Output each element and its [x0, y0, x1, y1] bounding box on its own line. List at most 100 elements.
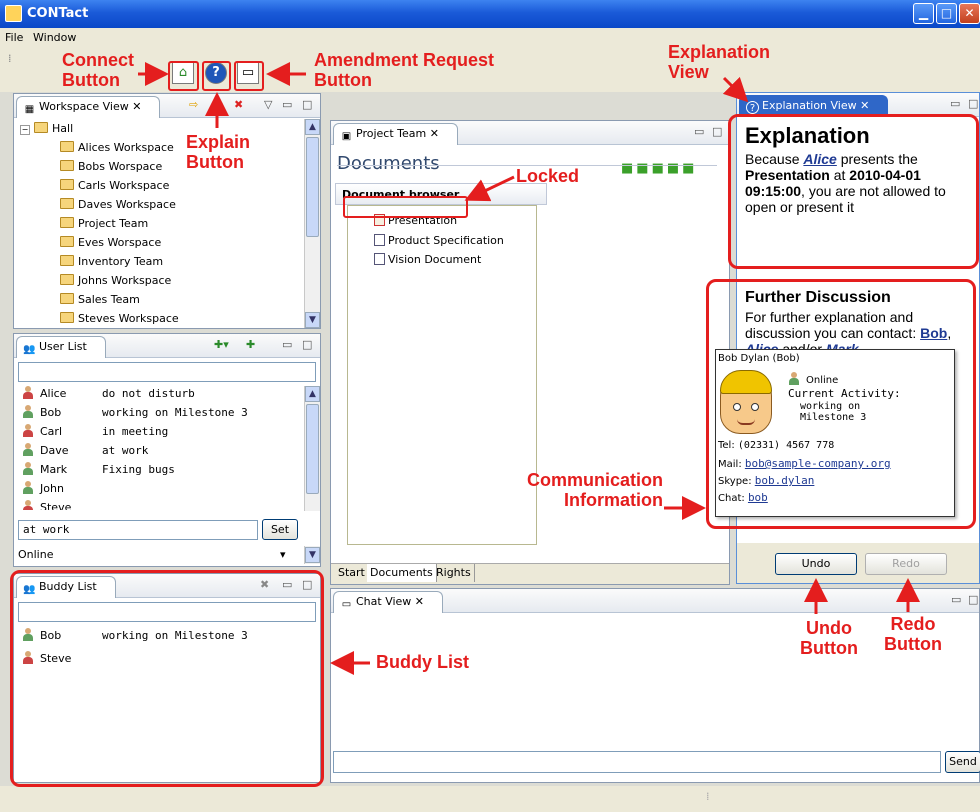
minimize-view-icon[interactable]: ▭: [282, 98, 292, 111]
user-filter-input[interactable]: [18, 362, 316, 382]
help-icon: ?: [746, 101, 759, 114]
scroll-up-icon[interactable]: ▲: [305, 119, 320, 135]
status-separator: ⁞: [706, 790, 710, 803]
scroll-down-icon[interactable]: ▼: [305, 312, 320, 328]
workspace-scrollbar[interactable]: ▲ ▼: [304, 119, 320, 328]
folder-icon: [60, 236, 74, 247]
redo-button[interactable]: Redo: [865, 553, 947, 575]
scroll-up-icon[interactable]: ▲: [305, 386, 320, 402]
maximize-view-icon[interactable]: □: [968, 97, 978, 110]
tree-root[interactable]: − Hall: [20, 122, 73, 135]
tab-start[interactable]: Start: [335, 564, 369, 582]
minimize-view-icon[interactable]: ▭: [694, 125, 704, 138]
scroll-thumb[interactable]: [306, 404, 319, 494]
user-row[interactable]: Mark Fixing bugs: [22, 462, 175, 481]
user-row[interactable]: Steve: [22, 500, 102, 510]
scroll-down-icon[interactable]: ▼: [305, 547, 320, 563]
menu-bar: File Window: [0, 28, 980, 48]
maximize-view-icon[interactable]: □: [302, 98, 312, 111]
undo-button[interactable]: Undo: [775, 553, 857, 575]
tree-item[interactable]: Daves Workspace: [60, 198, 176, 211]
annotation-amendment: Amendment Request Button: [314, 50, 495, 90]
tree-item[interactable]: Bobs Worspace: [60, 160, 162, 173]
delete-icon[interactable]: ✖: [234, 98, 243, 111]
user-row[interactable]: Bob working on Milestone 3: [22, 405, 248, 424]
presence-select[interactable]: Online ▾: [18, 546, 308, 564]
folder-icon: [60, 141, 74, 152]
status-bar: ⁞: [0, 786, 980, 812]
close-icon[interactable]: ✕: [959, 3, 980, 24]
tree-item[interactable]: Steves Workspace: [60, 312, 179, 326]
minimize-view-icon[interactable]: ▭: [950, 97, 960, 110]
maximize-icon[interactable]: □: [936, 3, 957, 24]
tree-item[interactable]: Sales Team: [60, 293, 140, 306]
arrow-right-icon[interactable]: ⇨: [189, 98, 198, 111]
view-menu-icon[interactable]: ▽: [264, 98, 272, 111]
maximize-view-icon[interactable]: □: [968, 593, 978, 606]
project-icon: ▣: [341, 131, 352, 142]
tab-workspace-view[interactable]: ▦ Workspace View ✕: [16, 96, 161, 118]
folder-icon: [60, 312, 74, 323]
tree-item[interactable]: Alices Workspace: [60, 141, 174, 154]
workspace-view-header: ▦ Workspace View ✕ ⇨ ✚ ✖ ▽ ▭ □: [14, 94, 320, 118]
tab-user-list[interactable]: 👥 User List: [16, 336, 106, 358]
explain-highlight: [202, 61, 231, 91]
user-list-header: 👥 User List ✚▾ ✚ ▭ □: [14, 334, 320, 358]
project-team-panel: ▣ Project Team ✕ ▭ □ Documents ■■■■■ Docu…: [330, 120, 730, 585]
annotation-connect: Connect Button: [62, 50, 134, 90]
tab-project-team[interactable]: ▣ Project Team ✕: [333, 123, 458, 145]
menu-file[interactable]: File: [5, 31, 23, 44]
scroll-thumb[interactable]: [306, 137, 319, 237]
add-user-icon[interactable]: ✚▾: [214, 338, 229, 351]
buddy-list-highlight: [10, 570, 324, 787]
tab-documents[interactable]: Documents: [367, 564, 437, 582]
user-busy-icon: [22, 424, 34, 437]
tab-chat-view[interactable]: ▭ Chat View ✕: [333, 591, 444, 613]
user-row[interactable]: Alice do not disturb: [22, 386, 195, 405]
chat-icon: ▭: [341, 599, 352, 610]
user-online-icon: [22, 462, 34, 475]
maximize-view-icon[interactable]: □: [302, 338, 312, 351]
user-list-scrollbar[interactable]: ▲: [304, 386, 320, 511]
document-item[interactable]: Vision Document: [374, 253, 481, 266]
set-button[interactable]: Set: [262, 519, 298, 540]
minimize-icon[interactable]: ▁: [913, 3, 934, 24]
user-list-scroll-bottom[interactable]: ▼: [304, 546, 320, 564]
progress-indicator: ■■■■■: [621, 161, 698, 176]
folder-icon: [60, 255, 74, 266]
minimize-view-icon[interactable]: ▭: [951, 593, 961, 606]
explanation-highlight: [728, 114, 979, 269]
user-row[interactable]: Carl in meeting: [22, 424, 168, 443]
tree-item[interactable]: Inventory Team: [60, 255, 163, 268]
app-icon: [5, 5, 22, 22]
toolbar-grip-icon: ⁞: [8, 52, 12, 65]
maximize-view-icon[interactable]: □: [712, 125, 722, 138]
tree-item[interactable]: Project Team: [60, 217, 148, 230]
documents-heading: Documents: [337, 153, 440, 174]
annotation-undo: Undo Button: [800, 618, 858, 658]
users-icon: 👥: [23, 344, 36, 355]
tree-item[interactable]: Carls Workspace: [60, 179, 169, 192]
user-options-icon[interactable]: ✚: [246, 338, 255, 351]
window-title: CONTact: [27, 6, 89, 21]
tree-item[interactable]: Johns Workspace: [60, 274, 171, 287]
document-item[interactable]: Product Specification: [374, 234, 504, 247]
user-online-icon: [22, 481, 34, 494]
user-row[interactable]: Dave at work: [22, 443, 148, 462]
send-button[interactable]: Send: [945, 751, 980, 773]
add-icon[interactable]: ✚: [214, 98, 223, 111]
tab-rights[interactable]: Rights: [433, 564, 475, 582]
minimize-view-icon[interactable]: ▭: [282, 338, 292, 351]
user-list-panel: 👥 User List ✚▾ ✚ ▭ □ Alice do not disturb …: [13, 333, 321, 567]
menu-window[interactable]: Window: [33, 31, 76, 44]
document-browser: Presentation Product Specification Visio…: [347, 205, 537, 545]
status-input[interactable]: at work: [18, 520, 258, 540]
tree-item[interactable]: Eves Worspace: [60, 236, 161, 249]
folder-icon: [60, 293, 74, 304]
document-icon: [374, 253, 385, 265]
chat-input[interactable]: [333, 751, 941, 773]
window-titlebar: CONTact ▁ □ ✕: [0, 0, 980, 28]
user-busy-icon: [22, 386, 34, 399]
user-row[interactable]: John: [22, 481, 102, 500]
dropdown-arrow-icon: ▾: [280, 548, 286, 561]
